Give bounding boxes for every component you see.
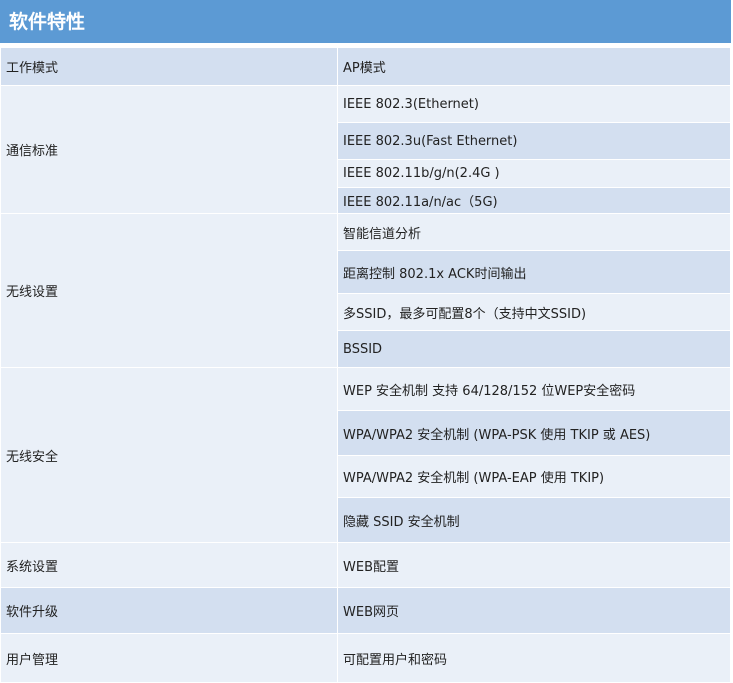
table-row: 通信标准 IEEE 802.3(Ethernet) [0,85,731,214]
table-row: 系统设置 WEB配置 [0,542,731,588]
row-label-comm-standard: 通信标准 [0,85,338,214]
row-label-wireless-security: 无线安全 [0,367,338,543]
row-value: 隐藏 SSID 安全机制 [337,497,731,543]
spec-table: 工作模式 AP模式 通信标准 IEEE 802.3(Ethernet) IEEE… [0,47,731,683]
row-value: WEB网页 [337,587,731,634]
row-value: WPA/WPA2 安全机制 (WPA-PSK 使用 TKIP 或 AES) [337,410,731,456]
row-value: WEB配置 [337,542,731,588]
row-value: IEEE 802.3(Ethernet) [337,85,731,123]
row-label-system-settings: 系统设置 [0,542,338,588]
section-title: 软件特性 [0,0,731,45]
row-value: IEEE 802.11b/g/n(2.4G ) [337,159,731,188]
row-label-software-upgrade: 软件升级 [0,587,338,634]
row-value: AP模式 [337,47,731,86]
row-value: WEP 安全机制 支持 64/128/152 位WEP安全密码 [337,367,731,411]
table-row: 无线设置 智能信道分析 [0,213,731,368]
row-label-work-mode: 工作模式 [0,47,338,86]
row-label-wireless-settings: 无线设置 [0,213,338,368]
table-row: 软件升级 WEB网页 [0,587,731,634]
table-row: 工作模式 AP模式 [0,47,731,86]
row-label-user-management: 用户管理 [0,633,338,683]
table-row: 无线安全 WEP 安全机制 支持 64/128/152 位WEP安全密码 [0,367,731,543]
row-value: IEEE 802.11a/n/ac（5G) [337,187,731,214]
row-value: BSSID [337,330,731,368]
table-row: 用户管理 可配置用户和密码 [0,633,731,683]
row-value: WPA/WPA2 安全机制 (WPA-EAP 使用 TKIP) [337,455,731,498]
row-value: IEEE 802.3u(Fast Ethernet) [337,122,731,160]
row-value: 距离控制 802.1x ACK时间输出 [337,250,731,294]
row-value: 可配置用户和密码 [337,633,731,683]
row-value: 智能信道分析 [337,213,731,251]
row-value: 多SSID，最多可配置8个（支持中文SSID) [337,293,731,331]
